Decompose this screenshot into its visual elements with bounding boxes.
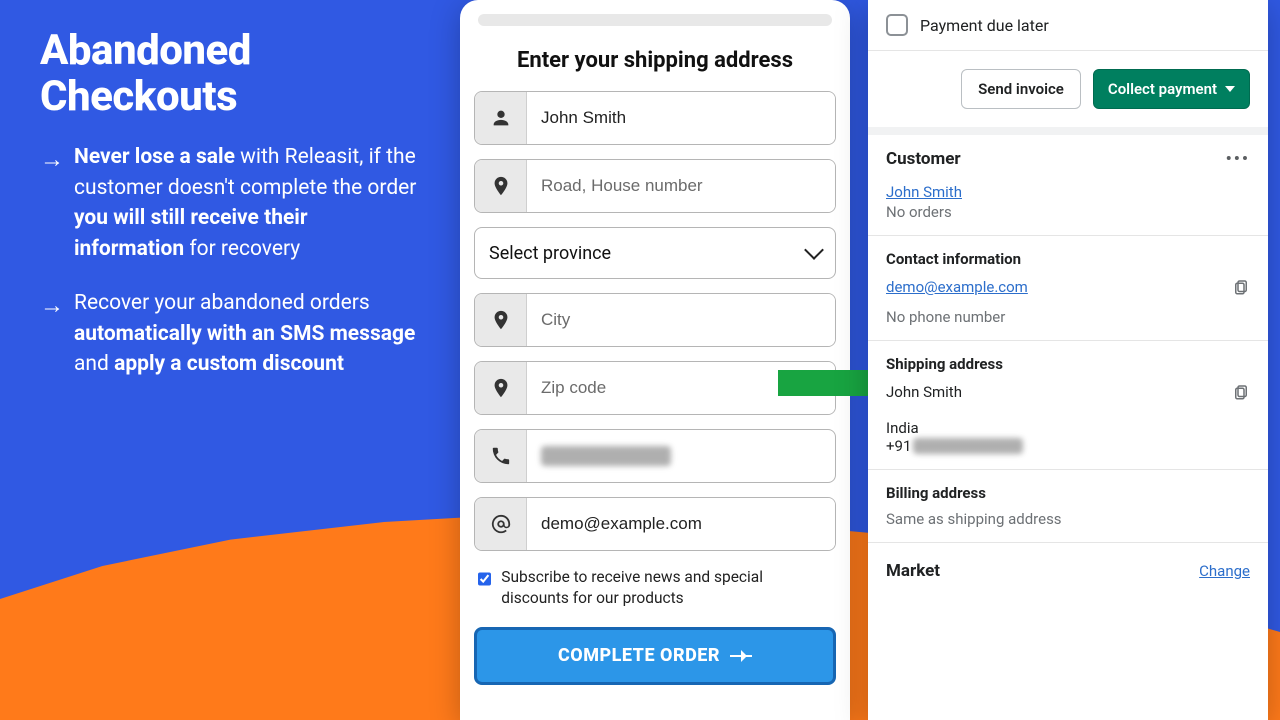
customer-link[interactable]: John Smith	[886, 183, 962, 201]
promo-bullet-1: Never lose a sale with Releasit, if the …	[40, 142, 420, 264]
phone-icon	[475, 430, 527, 482]
shipping-heading: Shipping address	[886, 355, 1250, 373]
contact-heading: Contact information	[886, 250, 1250, 268]
promo-panel: Abandoned Checkouts Never lose a sale wi…	[40, 28, 420, 403]
customer-heading: Customer	[886, 149, 961, 169]
subscribe-checkbox[interactable]	[478, 570, 491, 588]
customer-section: Customer ••• John Smith No orders	[868, 135, 1268, 236]
name-input[interactable]	[527, 92, 835, 144]
shipping-phone: +91	[886, 437, 1250, 455]
redacted-phone	[541, 446, 671, 466]
chevron-down-icon	[804, 240, 824, 260]
city-field[interactable]	[474, 293, 836, 347]
phone-field[interactable]	[474, 429, 836, 483]
more-icon[interactable]: •••	[1226, 149, 1250, 169]
name-field[interactable]	[474, 91, 836, 145]
promo-bullet-2: Recover your abandoned orders automatica…	[40, 288, 420, 379]
shipping-section: Shipping address John Smith India +91	[868, 341, 1268, 470]
pin-icon	[475, 160, 527, 212]
person-icon	[475, 92, 527, 144]
contact-email[interactable]: demo@example.com	[886, 278, 1028, 296]
card-handle	[478, 14, 832, 26]
subscribe-label: Subscribe to receive news and special di…	[501, 567, 832, 609]
billing-section: Billing address Same as shipping address	[868, 470, 1268, 543]
pin-icon	[475, 362, 527, 414]
send-invoice-button[interactable]: Send invoice	[961, 69, 1081, 109]
payment-later-checkbox[interactable]	[886, 14, 908, 36]
subscribe-row[interactable]: Subscribe to receive news and special di…	[474, 565, 836, 609]
payment-later-label: Payment due later	[920, 16, 1049, 35]
address-field[interactable]	[474, 159, 836, 213]
caret-down-icon	[1225, 86, 1235, 92]
billing-heading: Billing address	[886, 484, 1250, 502]
collect-payment-button[interactable]: Collect payment	[1093, 69, 1250, 109]
contact-section: Contact information demo@example.com No …	[868, 236, 1268, 341]
payment-due-later-row[interactable]: Payment due later	[868, 0, 1268, 51]
city-input[interactable]	[527, 294, 835, 346]
clipboard-icon[interactable]	[1232, 278, 1250, 300]
cta-label: COMPLETE ORDER	[558, 645, 720, 666]
at-icon	[475, 498, 527, 550]
billing-value: Same as shipping address	[886, 510, 1250, 528]
change-market-link[interactable]: Change	[1199, 562, 1250, 580]
market-heading: Market	[886, 561, 940, 581]
market-section: Market Change	[868, 543, 1268, 589]
admin-panel: Payment due later Send invoice Collect p…	[868, 0, 1268, 720]
province-label: Select province	[489, 243, 611, 264]
no-phone: No phone number	[886, 308, 1250, 326]
complete-order-button[interactable]: COMPLETE ORDER	[474, 627, 836, 685]
pin-icon	[475, 294, 527, 346]
province-select[interactable]: Select province	[474, 227, 836, 279]
redacted-phone	[913, 438, 1023, 454]
address-input[interactable]	[527, 160, 835, 212]
shipping-country: India	[886, 419, 1250, 437]
form-title: Enter your shipping address	[474, 48, 836, 73]
payment-buttons: Send invoice Collect payment	[868, 51, 1268, 135]
arrow-right-icon	[730, 655, 752, 657]
clipboard-icon[interactable]	[1232, 383, 1250, 405]
email-input[interactable]	[527, 498, 835, 550]
email-field[interactable]	[474, 497, 836, 551]
shipping-name: John Smith	[886, 383, 962, 401]
orders-count: No orders	[886, 203, 1250, 221]
promo-heading: Abandoned Checkouts	[40, 28, 420, 120]
